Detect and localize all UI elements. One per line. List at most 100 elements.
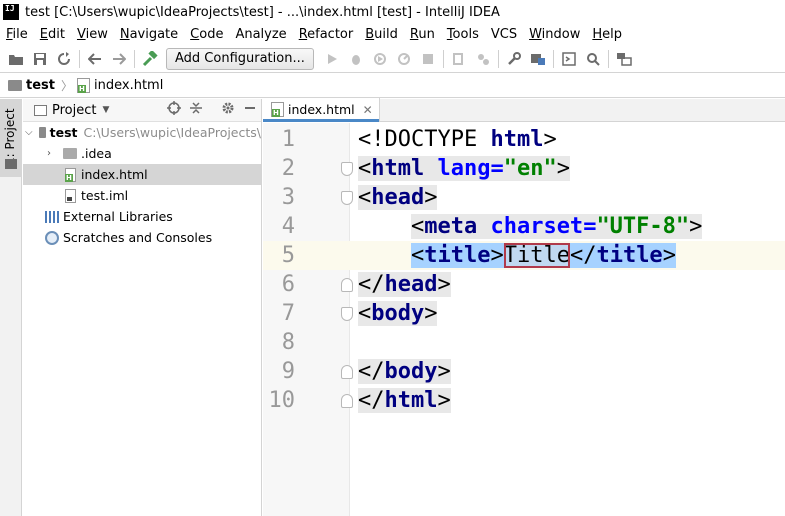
code-token: lang	[424, 156, 491, 181]
tree-root-label: test	[49, 125, 78, 140]
code-line[interactable]: 8	[263, 328, 785, 357]
code-text: <meta charset="UTF-8">	[358, 214, 703, 239]
code-token: body	[371, 301, 425, 326]
code-token: >	[437, 359, 451, 384]
menu-label: ile	[12, 27, 28, 42]
code-token: head	[371, 185, 425, 210]
add-configuration-button[interactable]: Add Configuration...	[166, 47, 314, 70]
menu-item-tools[interactable]: Tools	[441, 27, 485, 42]
line-number: 5	[281, 243, 295, 268]
menu-item-analyze[interactable]: Analyze	[229, 27, 292, 42]
vcs-commit-icon[interactable]	[471, 48, 495, 70]
menu-item-navigate[interactable]: Navigate	[114, 27, 184, 42]
open-folder-icon[interactable]	[4, 48, 28, 70]
editor-tab-label: index.html	[288, 102, 355, 117]
collapse-all-icon[interactable]	[185, 101, 207, 119]
code-token: </	[569, 243, 597, 268]
menu-item-vcs[interactable]: VCS	[485, 27, 523, 42]
main-toolbar: Add Configuration...	[0, 45, 785, 73]
close-icon[interactable]: ✕	[363, 103, 373, 117]
menu-item-edit[interactable]: Edit	[34, 27, 71, 42]
menu-item-code[interactable]: Code	[184, 27, 229, 42]
synchronize-icon[interactable]	[52, 48, 76, 70]
chevron-down-icon[interactable]: ⌵	[25, 127, 33, 138]
tree-item-index-html[interactable]: index.html	[23, 164, 261, 185]
code-token: <	[358, 185, 372, 210]
code-area[interactable]: 1 <!DOCTYPE html> 2 <html lang="en"> 3 <…	[263, 123, 785, 516]
chevron-down-icon[interactable]: ▼	[102, 105, 109, 115]
run-coverage-icon[interactable]	[368, 48, 392, 70]
debug-bug-icon[interactable]	[344, 48, 368, 70]
editor-tab-bar: index.html ✕	[263, 98, 785, 122]
code-line[interactable]: 2 <html lang="en">	[263, 154, 785, 183]
code-token: title	[424, 243, 491, 268]
settings-wrench-icon[interactable]	[502, 48, 526, 70]
save-all-icon[interactable]	[28, 48, 52, 70]
tree-item-label: index.html	[81, 167, 148, 182]
selected-text[interactable]: Title	[503, 243, 570, 268]
code-line[interactable]: 7 <body>	[263, 299, 785, 328]
menu-item-file[interactable]: File	[0, 27, 34, 42]
editor-tab-index-html[interactable]: index.html ✕	[263, 98, 380, 122]
code-line[interactable]: 1 <!DOCTYPE html>	[263, 125, 785, 154]
code-line[interactable]: 3 <head>	[263, 183, 785, 212]
toolbar-separator	[442, 49, 444, 68]
menu-item-view[interactable]: View	[71, 27, 114, 42]
scratches-icon	[45, 230, 59, 245]
project-tool-tab[interactable]: 1: Project	[0, 99, 22, 177]
breadcrumb-file[interactable]: index.html	[77, 78, 163, 93]
menu-item-refactor[interactable]: Refactor	[293, 27, 360, 42]
tree-item-external-libraries[interactable]: External Libraries	[23, 206, 261, 227]
fold-marker-icon[interactable]	[341, 277, 353, 292]
code-line[interactable]: 9 </body>	[263, 357, 785, 386]
code-token: <	[410, 214, 425, 239]
project-structure-icon[interactable]	[526, 48, 550, 70]
code-line[interactable]: 6 </head>	[263, 270, 785, 299]
code-token: =	[583, 214, 597, 239]
menu-item-help[interactable]: Help	[586, 27, 628, 42]
run-icon[interactable]	[320, 48, 344, 70]
chevron-right-icon[interactable]: ›	[43, 148, 55, 159]
build-hammer-icon[interactable]	[138, 48, 162, 70]
tree-item-scratches[interactable]: Scratches and Consoles	[23, 227, 261, 248]
hide-panel-icon[interactable]	[239, 102, 261, 118]
stop-icon[interactable]	[416, 48, 440, 70]
fold-marker-icon[interactable]	[341, 190, 353, 205]
menu-item-window[interactable]: Window	[523, 27, 586, 42]
project-tree: ⌵ test C:\Users\wupic\IdeaProjects\ › .i…	[23, 122, 261, 248]
vcs-update-icon[interactable]	[447, 48, 471, 70]
breadcrumb-project[interactable]: test	[8, 78, 55, 93]
search-icon[interactable]	[581, 48, 605, 70]
code-token: <	[410, 243, 425, 268]
tree-item-test-iml[interactable]: test.iml	[23, 185, 261, 206]
terminal-icon[interactable]	[557, 48, 581, 70]
gear-icon[interactable]	[217, 101, 239, 119]
locate-crosshair-icon[interactable]	[163, 101, 185, 119]
project-view-selector[interactable]: Project	[52, 103, 96, 118]
presentation-mode-icon[interactable]	[612, 48, 636, 70]
profile-icon[interactable]	[392, 48, 416, 70]
folder-icon	[8, 80, 22, 91]
menu-item-run[interactable]: Run	[404, 27, 441, 42]
tree-item-idea[interactable]: › .idea	[23, 143, 261, 164]
fold-marker-icon[interactable]	[341, 161, 353, 176]
tree-item-root[interactable]: ⌵ test C:\Users\wupic\IdeaProjects\	[23, 122, 261, 143]
folder-icon	[63, 148, 77, 159]
fold-marker-icon[interactable]	[341, 393, 353, 408]
code-line[interactable]: 4 <meta charset="UTF-8">	[263, 212, 785, 241]
code-token: title	[596, 243, 663, 268]
code-token: </	[358, 388, 385, 413]
forward-arrow-icon[interactable]	[107, 48, 131, 70]
window-title: test [C:\Users\wupic\IdeaProjects\test] …	[25, 4, 500, 20]
code-line[interactable]: 10 </html>	[263, 386, 785, 415]
line-number: 3	[281, 185, 295, 210]
code-token: >	[556, 156, 570, 181]
back-arrow-icon[interactable]	[83, 48, 107, 70]
menu-item-build[interactable]: Build	[359, 27, 404, 42]
fold-marker-icon[interactable]	[341, 306, 353, 321]
menu-mnemonic: V	[76, 27, 86, 42]
fold-marker-icon[interactable]	[341, 364, 353, 379]
code-token: meta	[424, 214, 478, 239]
code-line-current[interactable]: 5 <title>Title</title>	[263, 241, 785, 270]
